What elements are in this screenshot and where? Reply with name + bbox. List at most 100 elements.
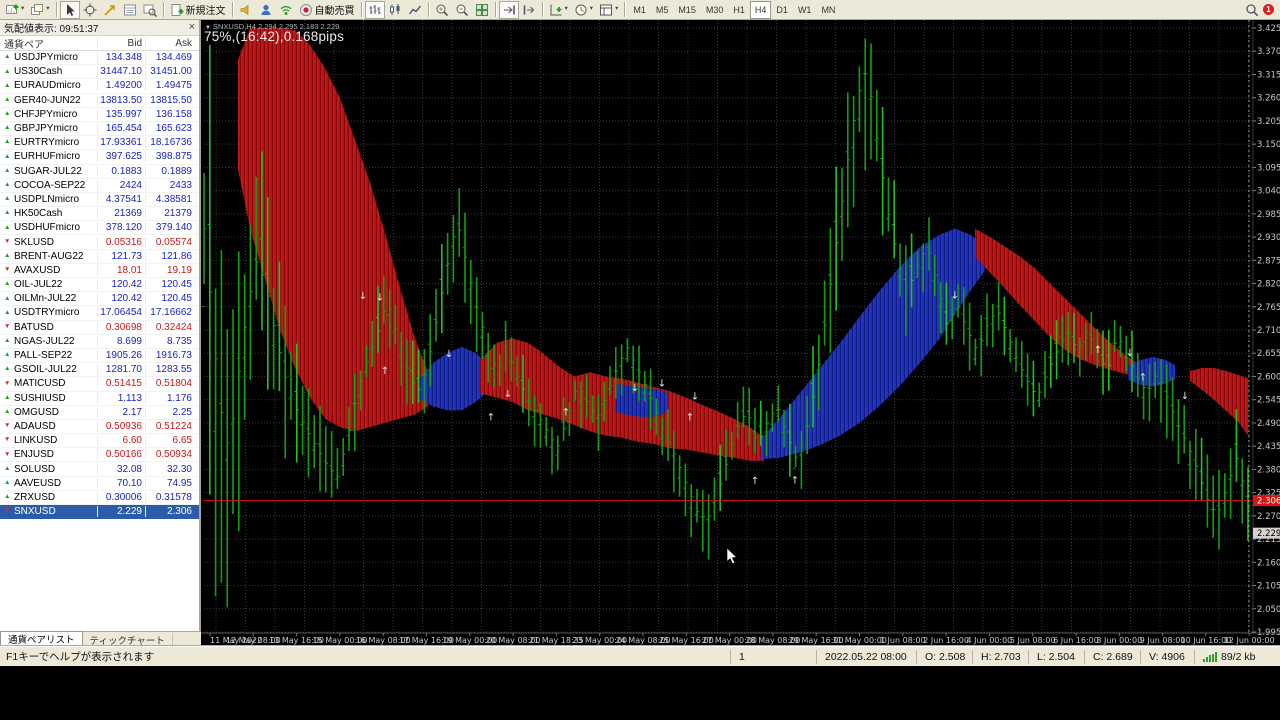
table-row[interactable]: ▼ SKLUSD 0.05316 0.05574	[0, 235, 199, 250]
table-row[interactable]: ▲ PALL-SEP22 1905.26 1916.73	[0, 349, 199, 364]
table-row[interactable]: ▲ EURHUFmicro 397.625 398.875	[0, 150, 199, 165]
timeframe-mn-button[interactable]: MN	[816, 1, 840, 19]
table-row[interactable]: ▲ COCOA-SEP22 2424 2433	[0, 179, 199, 193]
column-symbol[interactable]: 通貨ペア	[0, 36, 97, 51]
table-row[interactable]: ▼ BATUSD 0.30698 0.32424	[0, 321, 199, 335]
bid-value: 17.93361	[97, 137, 145, 149]
tab-symbols[interactable]: 通貨ペアリスト	[0, 631, 83, 646]
signal-down-arrow: ↓	[658, 379, 666, 390]
table-row[interactable]: ▼ SNXUSD 2.229 2.306	[0, 505, 199, 520]
table-row[interactable]: ▲ EURAUDmicro 1.49200 1.49475	[0, 79, 199, 94]
alerts-button[interactable]	[236, 1, 256, 19]
table-row[interactable]: ▼ ENJUSD 0.50166 0.50934	[0, 448, 199, 463]
tab-ticks[interactable]: ティックチャート	[83, 633, 173, 647]
data-window-button[interactable]	[120, 1, 140, 19]
chart-shift-button[interactable]	[519, 1, 539, 19]
symbol-name: PALL-SEP22	[14, 350, 73, 362]
table-row[interactable]: ▲ NGAS-JUL22 8.699 8.735	[0, 335, 199, 349]
table-row[interactable]: ▲ USDJPYmicro 134.348 134.469	[0, 51, 199, 66]
timeframe-m1-button[interactable]: M1	[628, 1, 651, 19]
table-row[interactable]: ▲ SUGAR-JUL22 0.1883 0.1889	[0, 165, 199, 179]
cursor-tool-button[interactable]	[59, 0, 80, 19]
market-watch-rows: ▲ USDJPYmicro 134.348 134.469 ▲ US30Cash 31447…	[0, 51, 199, 520]
svg-text:4 Jun 00:00: 4 Jun 00:00	[967, 636, 1013, 645]
table-row[interactable]: ▼ ADAUSD 0.50936 0.51224	[0, 420, 199, 435]
timeframe-m5-button[interactable]: M5	[651, 1, 674, 19]
zoom-out-button[interactable]	[452, 1, 472, 19]
tile-windows-button[interactable]	[472, 1, 492, 19]
table-row[interactable]: ▲ BRENT-AUG22 121.73 121.86	[0, 250, 199, 264]
ask-value: 0.32424	[145, 321, 196, 333]
profiles-button[interactable]: ▾	[27, 1, 52, 19]
application-window: ▾ ▾ 新規注文 自動売買 ▾ ▾ ▾ M1 M5 M15 M30 H1 H4 …	[0, 0, 1280, 720]
crosshair-tool-button[interactable]	[80, 1, 100, 19]
table-row[interactable]: ▲ GSOIL-JUL22 1281.70 1283.55	[0, 363, 199, 378]
table-row[interactable]: ▲ GER40-JUN22 13813.50 13815.50	[0, 94, 199, 108]
search-icon[interactable]	[1245, 3, 1259, 17]
new-order-button[interactable]: 新規注文	[167, 1, 229, 19]
column-bid[interactable]: Bid	[97, 37, 145, 49]
community-button[interactable]	[256, 1, 276, 19]
symbol-name: CHFJPYmicro	[14, 108, 78, 120]
down-arrow-icon: ▼	[4, 266, 11, 274]
table-row[interactable]: ▲ CHFJPYmicro 135.997 136.158	[0, 108, 199, 122]
timeframe-m15-button[interactable]: M15	[673, 1, 701, 19]
up-arrow-icon: ▲	[4, 95, 11, 103]
ask-value: 74.95	[145, 477, 196, 489]
candlestick-chart-button[interactable]	[385, 1, 405, 19]
timeframe-m30-button[interactable]: M30	[701, 1, 729, 19]
signal-down-arrow: ↓	[1181, 391, 1189, 402]
svg-text:2.985: 2.985	[1257, 210, 1280, 220]
ask-value: 0.31578	[145, 491, 196, 503]
notification-badge[interactable]: 1	[1263, 4, 1274, 15]
table-row[interactable]: ▼ MATICUSD 0.51415 0.51804	[0, 377, 199, 392]
bid-value: 1281.70	[97, 364, 145, 376]
table-row[interactable]: ▲ HK50Cash 21369 21379	[0, 207, 199, 222]
auto-scroll-button[interactable]	[498, 0, 519, 19]
bar-chart-button[interactable]	[364, 0, 385, 19]
table-row[interactable]: ▲ AAVEUSD 70.10 74.95	[0, 477, 199, 491]
zoom-in-button[interactable]	[432, 1, 452, 19]
table-row[interactable]: ▲ OMGUSD 2.17 2.25	[0, 406, 199, 420]
timeframe-h1-button[interactable]: H1	[728, 1, 750, 19]
table-row[interactable]: ▲ USDTRYmicro 17.06454 17.16662	[0, 306, 199, 321]
symbol-name: AVAXUSD	[14, 264, 61, 276]
auto-scroll-icon	[503, 5, 515, 14]
column-ask[interactable]: Ask	[145, 37, 196, 49]
table-row[interactable]: ▲ OIL-JUL22 120.42 120.45	[0, 278, 199, 293]
new-chart-button[interactable]: ▾	[2, 1, 27, 19]
up-arrow-icon: ▲	[4, 195, 11, 203]
table-row[interactable]: ▲ USDPLNmicro 4.37541 4.38581	[0, 193, 199, 208]
table-row[interactable]: ▲ EURTRYmicro 17.93361 18.16736	[0, 136, 199, 151]
table-row[interactable]: ▼ LINKUSD 6.60 6.65	[0, 434, 199, 449]
timeframe-h4-button[interactable]: H4	[749, 0, 772, 19]
draw-tool-button[interactable]	[100, 1, 120, 19]
table-row[interactable]: ▲ OILMn-JUL22 120.42 120.45	[0, 292, 199, 307]
bid-value: 165.454	[97, 123, 145, 135]
table-row[interactable]: ▲ ZRXUSD 0.30006 0.31578	[0, 491, 199, 505]
indicators-button[interactable]: ▾	[546, 1, 571, 19]
signal-up-arrow: ↑	[791, 475, 799, 486]
autotrade-button[interactable]: 自動売買	[296, 1, 358, 19]
price-chart[interactable]: 3.425 3.370 3.315 3.260 3.205 3.150 3.095 3.040…	[201, 20, 1280, 646]
table-row[interactable]: ▼ AVAXUSD 18.01 19.19	[0, 264, 199, 278]
table-row[interactable]: ▲ USDHUFmicro 378.120 379.140	[0, 221, 199, 236]
periods-button[interactable]: ▾	[571, 1, 596, 19]
table-row[interactable]: ▲ US30Cash 31447.10 31451.00	[0, 65, 199, 80]
ask-value: 4.38581	[145, 193, 196, 205]
templates-button[interactable]: ▾	[596, 1, 621, 19]
timeframe-d1-button[interactable]: D1	[771, 1, 793, 19]
close-icon[interactable]: ×	[189, 22, 195, 33]
timeframe-w1-button[interactable]: W1	[793, 1, 817, 19]
table-row[interactable]: ▲ SUSHIUSD 1.113 1.176	[0, 392, 199, 406]
line-chart-button[interactable]	[405, 1, 425, 19]
table-row[interactable]: ▲ SOLUSD 32.08 32.30	[0, 462, 199, 477]
symbol-name: GER40-JUN22	[14, 94, 81, 106]
connection-button[interactable]	[276, 1, 296, 19]
timeframe-toolbar: M1 M5 M15 M30 H1 H4 D1 W1 MN	[628, 0, 840, 19]
svg-text:2.875: 2.875	[1257, 256, 1280, 266]
bid-value: 8.699	[97, 335, 145, 347]
chart-window[interactable]: ▼ SNXUSD,H4 2.294 2.295 2.183 2.229 75%,(…	[201, 20, 1280, 646]
table-row[interactable]: ▲ GBPJPYmicro 165.454 165.623	[0, 122, 199, 137]
chart-preview-button[interactable]	[140, 1, 160, 19]
